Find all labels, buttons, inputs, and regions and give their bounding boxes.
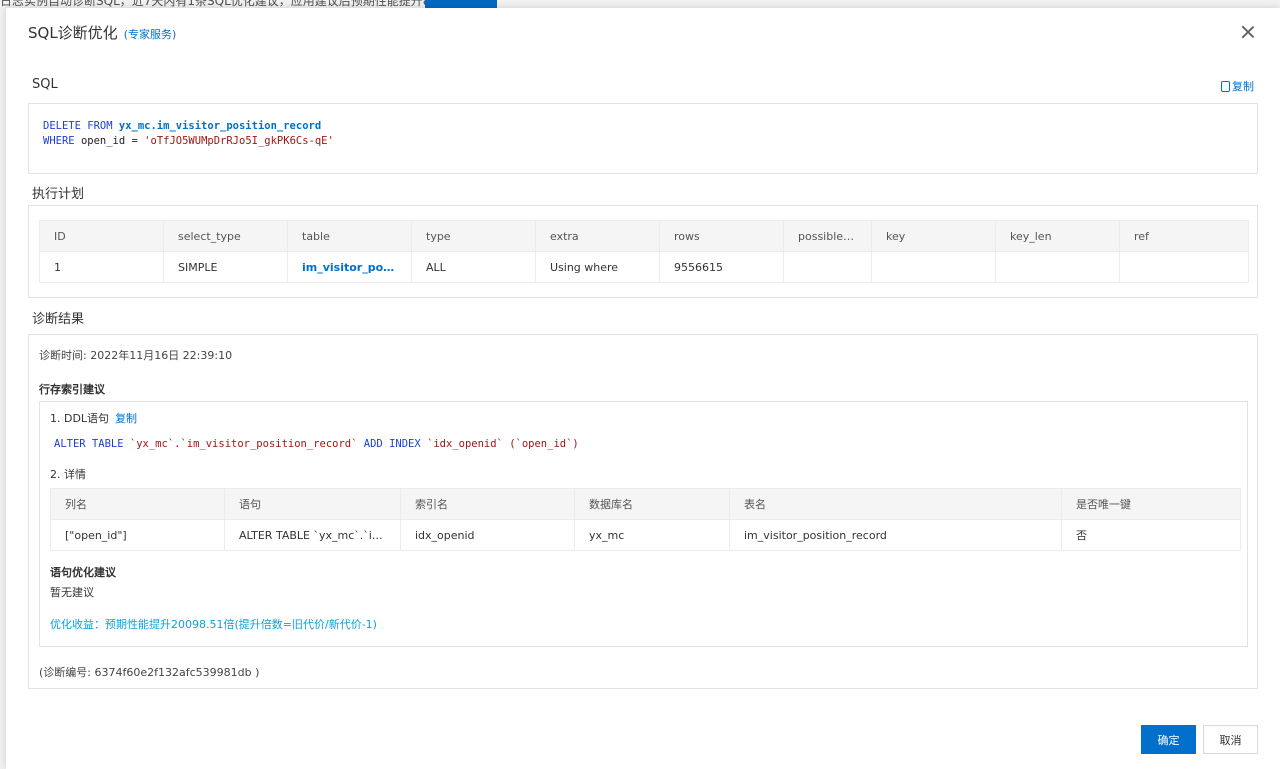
plan-table-link[interactable]: im_visitor_positi... bbox=[287, 251, 412, 283]
sql-condition: open_id = bbox=[80, 135, 138, 147]
plan-cell bbox=[871, 251, 996, 283]
plan-table: ID select_type table type extra rows pos… bbox=[39, 220, 1249, 283]
plan-col-header: key bbox=[871, 220, 996, 252]
ddl-keyword: ADD INDEX bbox=[363, 438, 421, 450]
plan-col-header: rows bbox=[659, 220, 784, 252]
plan-cell: 1 bbox=[39, 251, 164, 283]
sql-diagnosis-dialog: SQL诊断优化 (专家服务) SQL 复制 DELETE FROM yx_mc.… bbox=[6, 8, 1280, 769]
sql-keyword: DELETE FROM bbox=[43, 120, 113, 132]
sql-string-value: 'oTfJO5WUMpDrRJo5I_gkPK6Cs-qE' bbox=[144, 135, 334, 147]
detail-cell: ["open_id"] bbox=[50, 519, 225, 551]
sql-line-2: WHERE open_id = 'oTfJO5WUMpDrRJo5I_gkPK6… bbox=[43, 134, 1257, 149]
sql-keyword: WHERE bbox=[43, 135, 75, 147]
plan-section-title: 执行计划 bbox=[32, 187, 85, 202]
optimization-benefit: 优化收益：预期性能提升20098.51倍(提升倍数=旧代价/新代价-1) bbox=[50, 618, 377, 631]
plan-col-header: type bbox=[411, 220, 536, 252]
ddl-columns: (`open_id`) bbox=[509, 438, 579, 450]
plan-header-row: ID select_type table type extra rows pos… bbox=[39, 220, 1249, 252]
sql-code-box: DELETE FROM yx_mc.im_visitor_position_re… bbox=[28, 103, 1258, 174]
plan-cell: Using where bbox=[535, 251, 660, 283]
ddl-index-name: `idx_openid` bbox=[427, 438, 503, 450]
plan-cell: ALL bbox=[411, 251, 536, 283]
plan-cell bbox=[783, 251, 872, 283]
diagnosis-id: (诊断编号: 6374f60e2f132afc539981db ) bbox=[39, 666, 260, 679]
ddl-table: `yx_mc`.`im_visitor_position_record` bbox=[129, 438, 358, 450]
detail-label: 2. 详情 bbox=[50, 468, 86, 481]
table-row: 1 SIMPLE im_visitor_positi... ALL Using … bbox=[39, 251, 1249, 283]
plan-col-header: possible_... bbox=[783, 220, 872, 252]
detail-col-header: 表名 bbox=[729, 488, 1062, 520]
detail-col-header: 是否唯一键 bbox=[1061, 488, 1241, 520]
detail-cell: ALTER TABLE `yx_mc`.`im... bbox=[224, 519, 401, 551]
detail-cell: im_visitor_position_record bbox=[729, 519, 1062, 551]
copy-icon bbox=[1221, 80, 1230, 92]
copy-sql-button[interactable]: 复制 bbox=[1221, 78, 1254, 94]
index-suggestion-title: 行存索引建议 bbox=[39, 383, 105, 396]
detail-col-header: 列名 bbox=[50, 488, 225, 520]
ddl-keyword: ALTER TABLE bbox=[54, 438, 124, 450]
plan-cell bbox=[995, 251, 1120, 283]
expert-service-link[interactable]: (专家服务) bbox=[124, 26, 177, 42]
detail-table: 列名 语句 索引名 数据库名 表名 是否唯一键 ["open_id"] ALTE… bbox=[50, 488, 1241, 551]
plan-cell: SIMPLE bbox=[163, 251, 288, 283]
detail-cell: idx_openid bbox=[400, 519, 575, 551]
copy-sql-label: 复制 bbox=[1232, 80, 1254, 93]
plan-col-header: ref bbox=[1119, 220, 1249, 252]
ddl-label-row: 1. DDL语句 复制 bbox=[50, 410, 137, 426]
dialog-title: SQL诊断优化 bbox=[28, 24, 118, 42]
plan-cell: 9556615 bbox=[659, 251, 784, 283]
cancel-button[interactable]: 取消 bbox=[1203, 725, 1258, 754]
plan-col-header: extra bbox=[535, 220, 660, 252]
ddl-statement: ALTER TABLE `yx_mc`.`im_visitor_position… bbox=[54, 437, 579, 452]
plan-box: ID select_type table type extra rows pos… bbox=[28, 205, 1258, 298]
detail-col-header: 索引名 bbox=[400, 488, 575, 520]
copy-ddl-button[interactable]: 复制 bbox=[115, 410, 137, 426]
sql-line-1: DELETE FROM yx_mc.im_visitor_position_re… bbox=[43, 119, 1257, 134]
table-row: ["open_id"] ALTER TABLE `yx_mc`.`im... i… bbox=[50, 519, 1241, 551]
ddl-label: 1. DDL语句 bbox=[50, 412, 110, 425]
detail-cell: 否 bbox=[1061, 519, 1241, 551]
diagnosis-time: 诊断时间: 2022年11月16日 22:39:10 bbox=[39, 349, 233, 362]
detail-header-row: 列名 语句 索引名 数据库名 表名 是否唯一键 bbox=[50, 488, 1241, 520]
result-section-title: 诊断结果 bbox=[32, 312, 85, 327]
plan-col-header: key_len bbox=[995, 220, 1120, 252]
plan-col-header: table bbox=[287, 220, 412, 252]
sql-table-name: yx_mc.im_visitor_position_record bbox=[118, 120, 322, 132]
statement-suggestion-text: 暂无建议 bbox=[50, 586, 94, 599]
dialog-header: SQL诊断优化 (专家服务) bbox=[28, 22, 176, 46]
statement-suggestion-title: 语句优化建议 bbox=[50, 566, 116, 579]
plan-cell bbox=[1119, 251, 1249, 283]
close-icon[interactable] bbox=[1238, 22, 1258, 42]
detail-cell: yx_mc bbox=[574, 519, 730, 551]
confirm-button[interactable]: 确定 bbox=[1141, 725, 1196, 754]
index-suggestion-box: 1. DDL语句 复制 ALTER TABLE `yx_mc`.`im_visi… bbox=[39, 401, 1248, 647]
detail-col-header: 数据库名 bbox=[574, 488, 730, 520]
result-box: 诊断时间: 2022年11月16日 22:39:10 行存索引建议 1. DDL… bbox=[28, 334, 1258, 689]
plan-col-header: ID bbox=[39, 220, 164, 252]
plan-col-header: select_type bbox=[163, 220, 288, 252]
detail-col-header: 语句 bbox=[224, 488, 401, 520]
sql-section-title: SQL bbox=[32, 77, 58, 92]
